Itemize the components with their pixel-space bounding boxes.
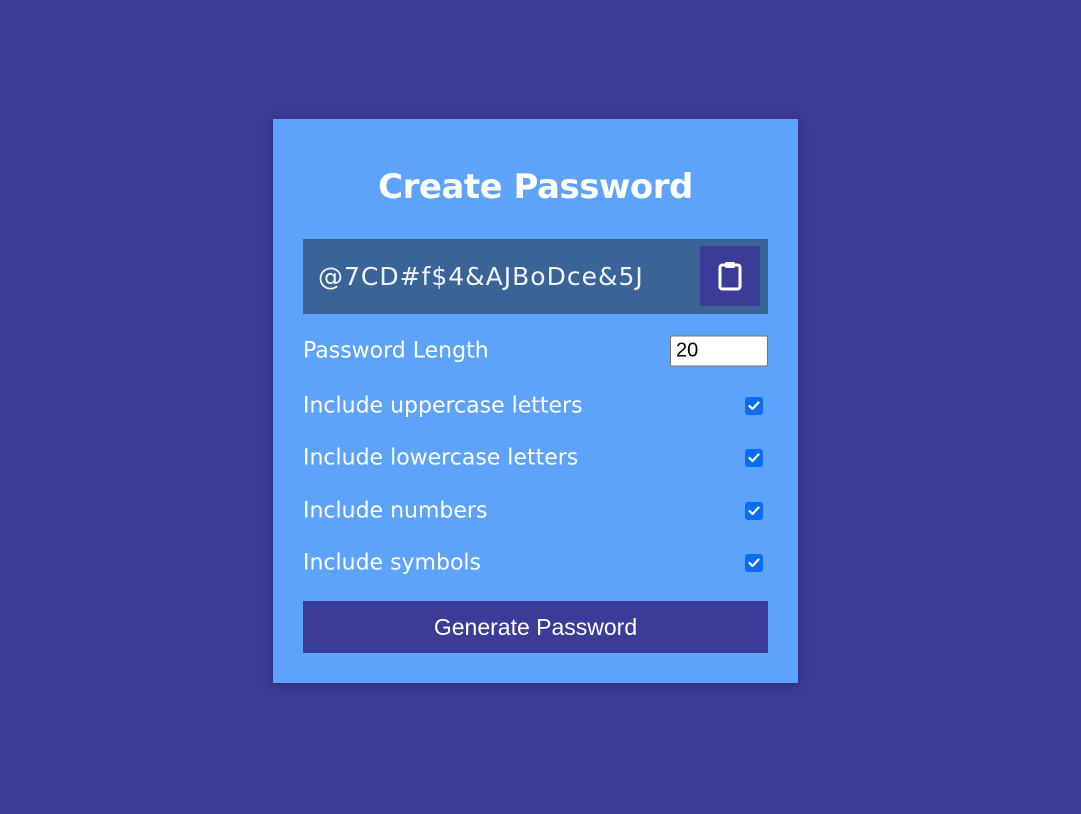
numbers-checkbox[interactable] (745, 502, 763, 520)
option-row-lowercase: Include lowercase letters (303, 438, 768, 478)
uppercase-checkbox[interactable] (745, 397, 763, 415)
option-row-numbers: Include numbers (303, 491, 768, 531)
uppercase-option-label: Include uppercase letters (303, 393, 583, 419)
copy-to-clipboard-button[interactable] (700, 246, 760, 306)
checkmark-icon (748, 506, 760, 516)
lowercase-option-label: Include lowercase letters (303, 445, 579, 471)
symbols-option-label: Include symbols (303, 550, 481, 576)
checkmark-icon (748, 558, 760, 568)
symbols-checkbox[interactable] (745, 554, 763, 572)
numbers-option-label: Include numbers (303, 498, 488, 524)
lowercase-checkbox[interactable] (745, 449, 763, 467)
option-row-uppercase: Include uppercase letters (303, 386, 768, 426)
password-generator-card: Create Password @7CD#f$4&AJBoDce&5J Pass… (273, 119, 798, 683)
checkmark-icon (748, 453, 760, 463)
option-row-symbols: Include symbols (303, 543, 768, 583)
checkmark-icon (748, 401, 760, 411)
password-length-input[interactable] (670, 335, 768, 367)
generate-password-button[interactable]: Generate Password (303, 601, 768, 653)
clipboard-icon (718, 262, 742, 291)
password-length-label: Password Length (303, 338, 489, 364)
generated-password: @7CD#f$4&AJBoDce&5J (318, 262, 644, 291)
length-setting-row: Password Length (303, 331, 768, 371)
page-title: Create Password (378, 167, 693, 207)
password-result-box: @7CD#f$4&AJBoDce&5J (303, 239, 768, 314)
